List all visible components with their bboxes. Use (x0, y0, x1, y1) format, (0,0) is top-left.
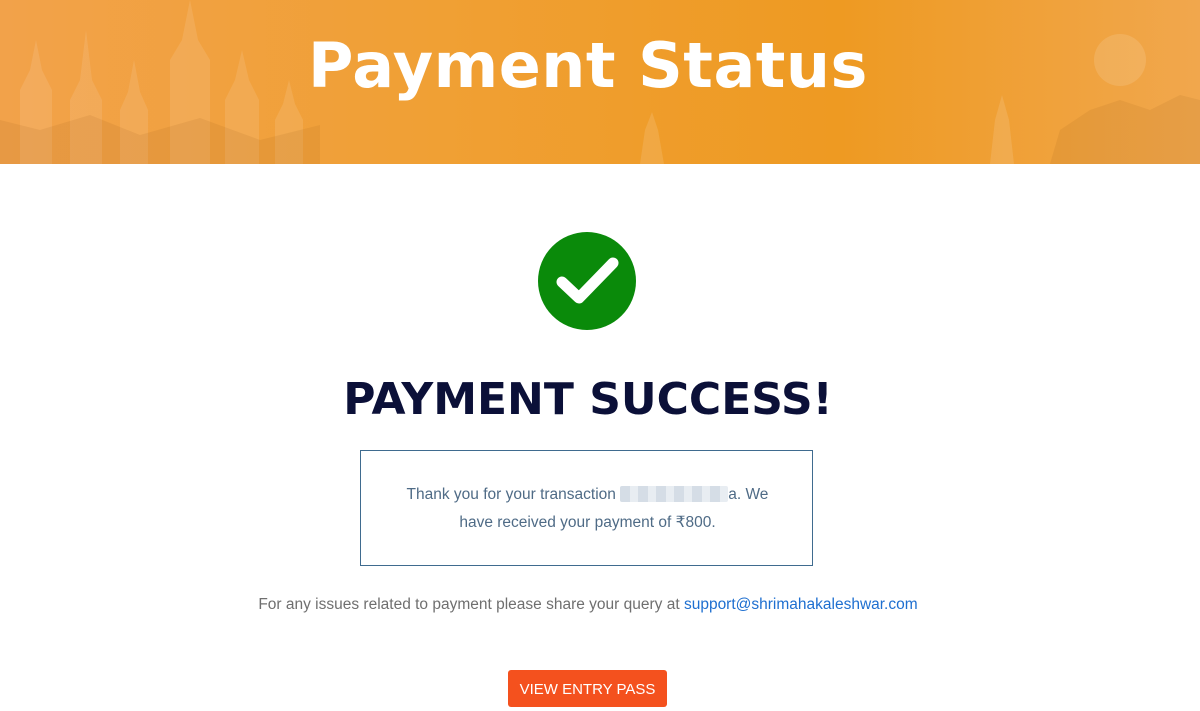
support-note: For any issues related to payment please… (0, 594, 1176, 616)
view-entry-pass-button[interactable]: VIEW ENTRY PASS (508, 670, 667, 707)
transaction-message: Thank you for your transaction a. We hav… (391, 481, 784, 537)
page-title: Payment Status (308, 29, 868, 102)
message-text-start: Thank you for your transaction (406, 486, 621, 503)
page-header-banner: Payment Status (0, 0, 1200, 164)
transaction-id-suffix: a (728, 486, 737, 503)
payment-success-heading: PAYMENT SUCCESS! (343, 374, 833, 425)
redacted-transaction-id (620, 486, 729, 502)
transaction-message-box: Thank you for your transaction a. We hav… (360, 450, 813, 566)
support-text: For any issues related to payment please… (258, 596, 684, 613)
support-email-link[interactable]: support@shrimahakaleshwar.com (684, 596, 918, 613)
check-circle-icon (538, 232, 636, 330)
